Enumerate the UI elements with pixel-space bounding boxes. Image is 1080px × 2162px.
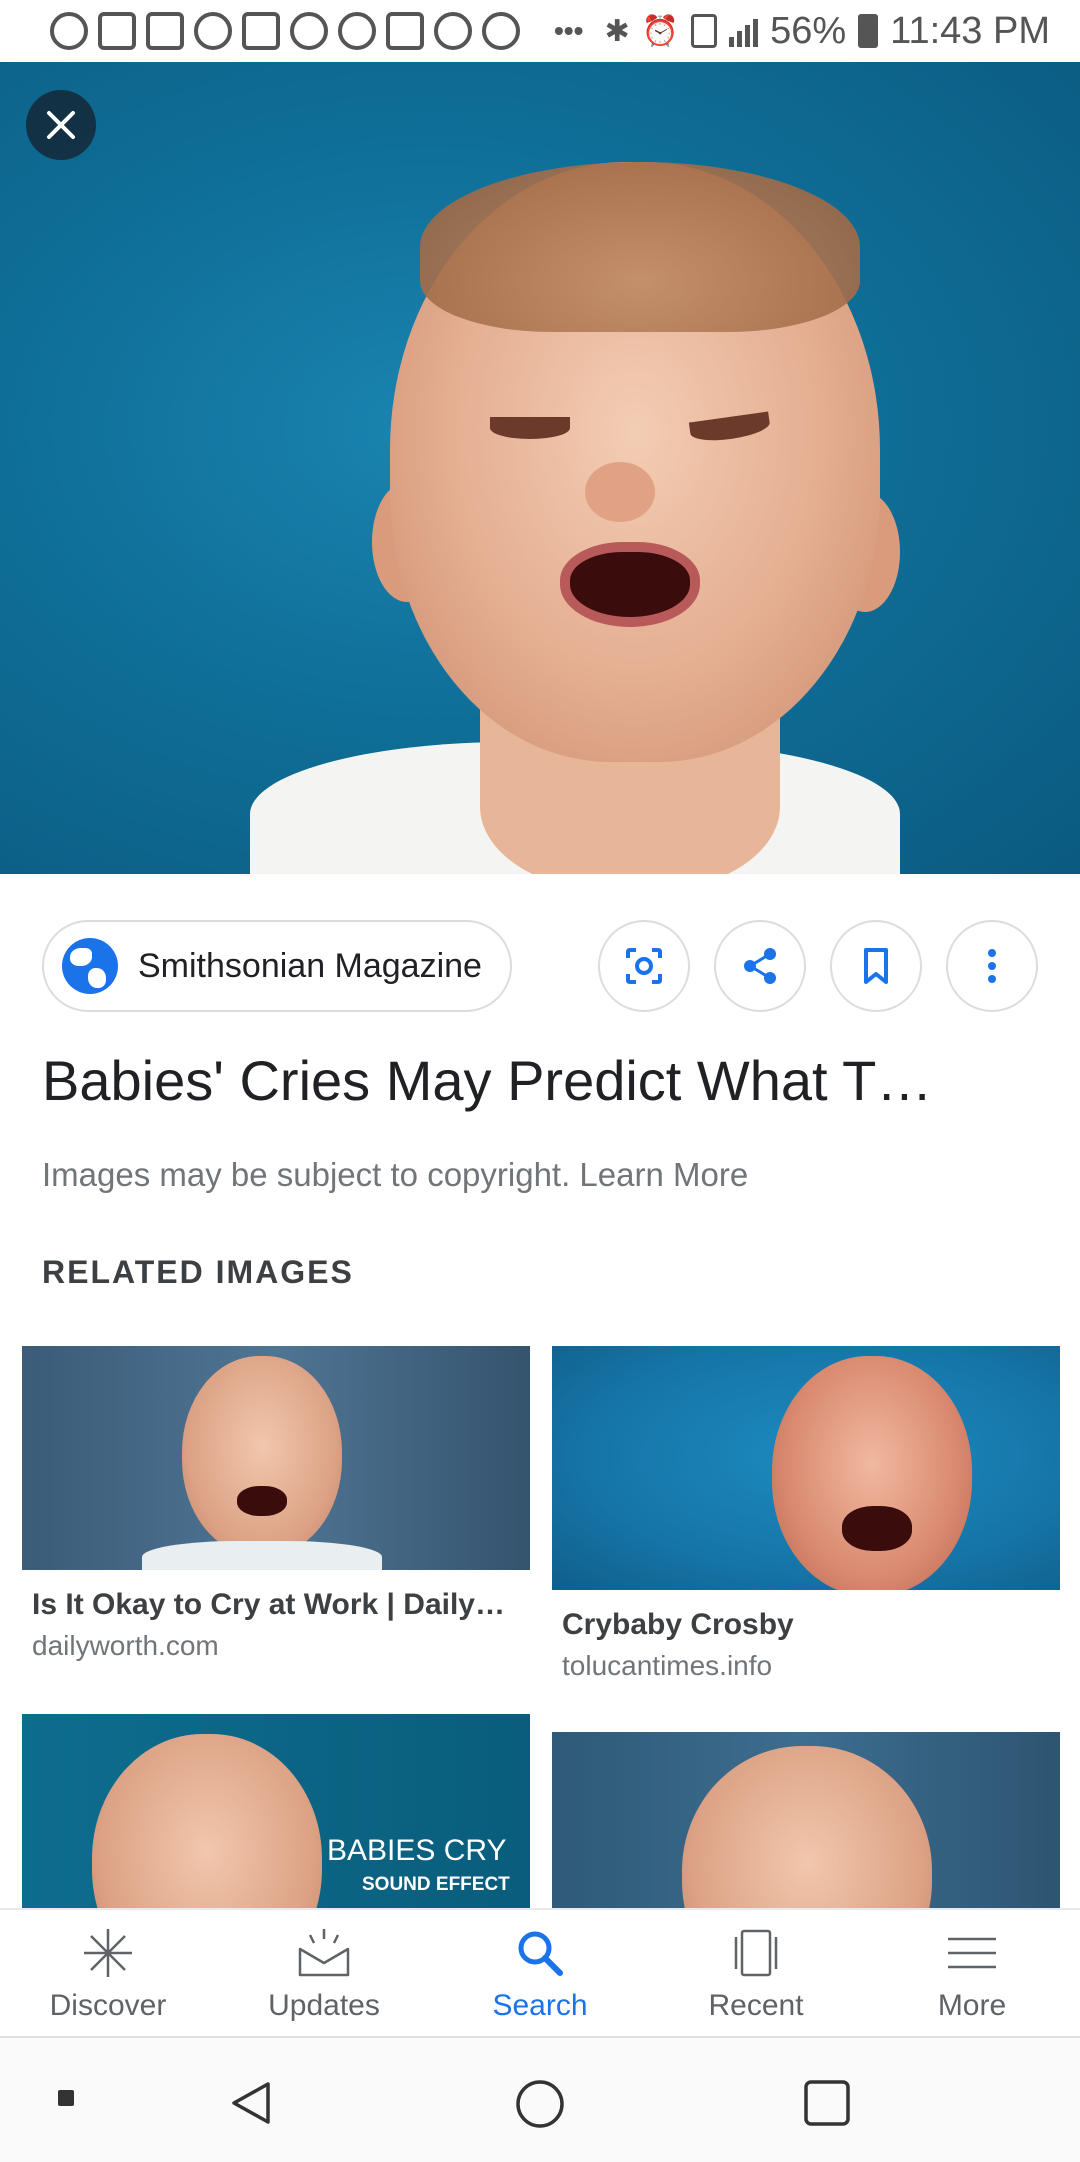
chrome-icon [434, 12, 472, 50]
nav-discover[interactable]: Discover [0, 1910, 216, 2038]
related-title: Is It Okay to Cry at Work | Daily… [32, 1588, 505, 1621]
source-name: Smithsonian Magazine [138, 946, 482, 985]
inbox-icon [298, 1929, 350, 1977]
image-eye-left [490, 417, 570, 439]
share-button[interactable] [714, 920, 806, 1012]
chrome-icon [482, 12, 520, 50]
related-image-card[interactable]: Crybaby Crosby tolucantimes.info [552, 1346, 1060, 1682]
overlay-text: BABIES CRY [327, 1834, 507, 1867]
image-mouth [560, 542, 700, 627]
related-thumbnail [22, 1346, 530, 1570]
more-options-button[interactable] [946, 920, 1038, 1012]
more-vert-icon [988, 949, 996, 983]
status-bar: ••• ✱ ⏰ 56% 11:43 PM [0, 0, 1080, 62]
voicemail-icon [242, 12, 280, 50]
battery-icon [858, 14, 879, 48]
bluetooth-icon: ✱ [604, 14, 630, 48]
related-image-card[interactable] [552, 1732, 1060, 1908]
signal-icon [729, 15, 759, 47]
battery-percent: 56% [770, 9, 847, 52]
clock: 11:43 PM [890, 9, 1050, 52]
related-site: tolucantimes.info [562, 1650, 773, 1681]
home-icon[interactable] [514, 2078, 566, 2130]
overlay-subtext: SOUND EFFECT [362, 1874, 510, 1895]
recents-icon[interactable] [802, 2078, 852, 2128]
close-button[interactable] [26, 90, 96, 160]
nav-label: Recent [708, 1989, 804, 2022]
lens-icon [626, 948, 662, 984]
bookmark-icon [864, 948, 888, 984]
back-icon[interactable] [226, 2078, 276, 2128]
asterisk-icon [84, 1929, 132, 1977]
recent-cards-icon [734, 1929, 778, 1977]
related-images-heading: RELATED IMAGES [42, 1254, 354, 1290]
preview-image[interactable] [0, 62, 1080, 874]
nav-recent[interactable]: Recent [648, 1910, 864, 2038]
image-nose [585, 462, 655, 522]
copyright-notice[interactable]: Images may be subject to copyright. Lear… [42, 1156, 748, 1194]
message-alert-icon [146, 12, 184, 50]
data-icon [691, 14, 718, 48]
related-image-card[interactable]: BABIES CRY SOUND EFFECT [22, 1714, 530, 1908]
search-icon [518, 1931, 563, 1976]
chrome-icon [194, 12, 232, 50]
system-navigation-bar [0, 2036, 1080, 2162]
related-site: dailyworth.com [32, 1630, 219, 1661]
nav-search[interactable]: Search [432, 1910, 648, 2038]
lens-button[interactable] [598, 920, 690, 1012]
save-button[interactable] [830, 920, 922, 1012]
more-notifications-icon: ••• [554, 15, 584, 46]
nav-label: More [937, 1989, 1007, 2022]
nav-more[interactable]: More [864, 1910, 1080, 2038]
source-chip[interactable]: Smithsonian Magazine [42, 920, 512, 1012]
related-thumbnail [552, 1732, 1060, 1908]
alarm-icon: ⏰ [641, 14, 680, 48]
bottom-navigation: Discover Updates Search Recent More [0, 1908, 1080, 2038]
menu-icon [948, 1937, 996, 1969]
notification-icons: ••• [50, 12, 583, 50]
system-status: ✱ ⏰ 56% 11:43 PM [605, 10, 1050, 53]
nav-updates[interactable]: Updates [216, 1910, 432, 2038]
related-image-card[interactable]: Is It Okay to Cry at Work | Daily… daily… [22, 1346, 530, 1662]
chrome-icon [338, 12, 376, 50]
related-thumbnail [552, 1346, 1060, 1590]
nav-label: Discover [49, 1989, 167, 2022]
gmail-icon [386, 12, 424, 50]
nav-label: Search [492, 1989, 588, 2022]
share-icon [744, 948, 776, 984]
related-title: Crybaby Crosby [562, 1608, 794, 1641]
chrome-icon [290, 12, 328, 50]
close-icon [47, 111, 75, 139]
globe-icon [62, 938, 118, 994]
messenger-icon [50, 12, 88, 50]
related-thumbnail: BABIES CRY SOUND EFFECT [22, 1714, 530, 1908]
image-hair [420, 162, 860, 332]
page-title[interactable]: Babies' Cries May Predict What T… [42, 1048, 1042, 1113]
overview-dot-icon[interactable] [58, 2090, 74, 2106]
nav-label: Updates [268, 1989, 380, 2022]
w-app-icon [98, 12, 136, 50]
